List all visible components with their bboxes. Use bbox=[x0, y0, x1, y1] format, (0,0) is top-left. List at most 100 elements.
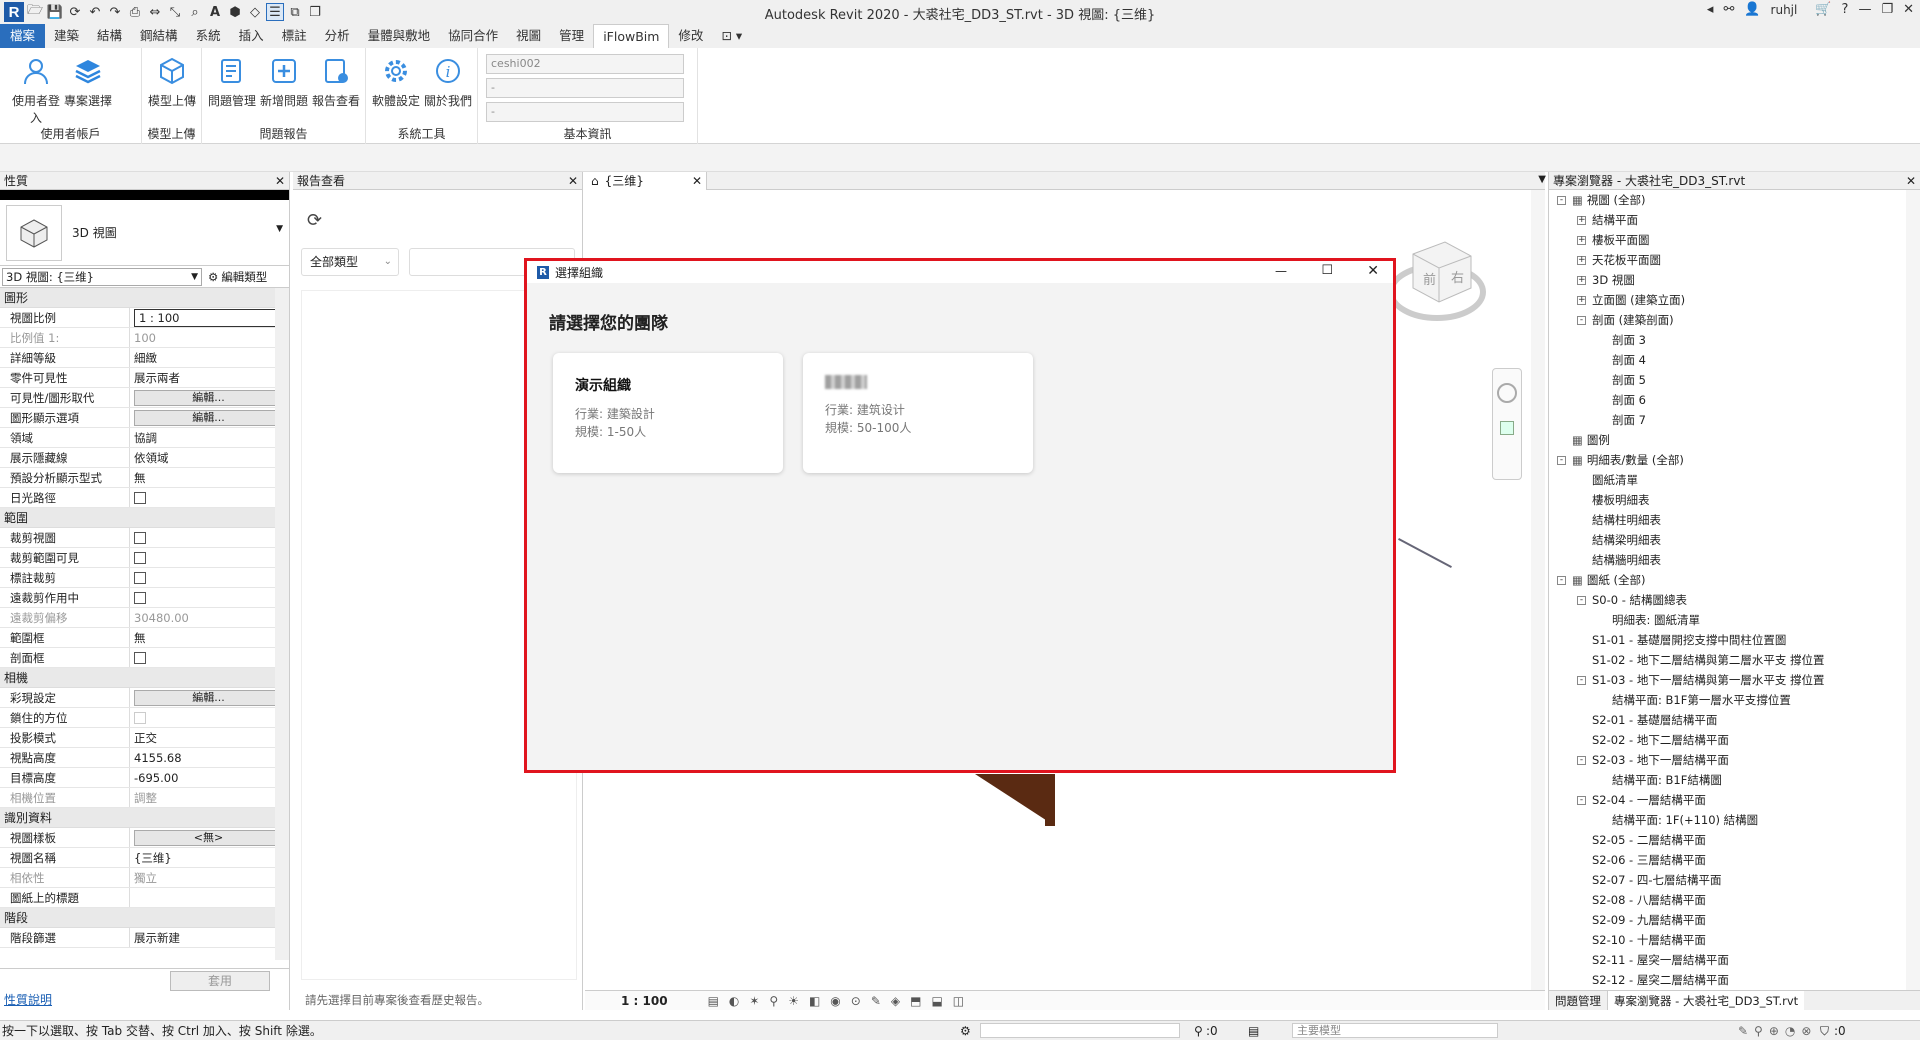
scale-input[interactable]: 1 : 100 bbox=[134, 309, 281, 327]
report-view-button[interactable]: 報告查看 bbox=[310, 54, 362, 109]
dimension-icon[interactable]: ⤡ bbox=[166, 3, 184, 21]
edit-type-button[interactable]: ⚙ 編輯類型 bbox=[208, 269, 267, 285]
property-value[interactable]: 編輯... bbox=[130, 388, 289, 407]
browser-node[interactable]: S2-10 - 十層結構平面 bbox=[1553, 930, 1920, 950]
model-geometry[interactable] bbox=[975, 774, 1055, 826]
property-value[interactable]: 調整 bbox=[130, 788, 289, 807]
collapse-icon[interactable]: - bbox=[1557, 575, 1566, 585]
issue-manage-button[interactable]: 問題管理 bbox=[206, 54, 258, 109]
help-icon[interactable]: ? bbox=[1842, 2, 1849, 17]
browser-node[interactable]: 明細表: 圖紙清單 bbox=[1553, 610, 1920, 630]
checkbox[interactable] bbox=[134, 552, 146, 564]
browser-node[interactable]: S2-06 - 三層結構平面 bbox=[1553, 850, 1920, 870]
redo-icon[interactable]: ↷ bbox=[106, 3, 124, 21]
browser-node[interactable]: + 立面圖 (建築立面) bbox=[1553, 290, 1920, 310]
close-icon[interactable]: ✕ bbox=[568, 174, 578, 188]
property-value[interactable] bbox=[130, 568, 289, 587]
property-value[interactable]: 展示新建 bbox=[130, 928, 289, 947]
ribbon-tab[interactable]: 建築 bbox=[45, 24, 88, 48]
editable-only-icon[interactable]: ⚲ bbox=[1194, 1021, 1203, 1041]
browser-node[interactable]: + 結構平面 bbox=[1553, 210, 1920, 230]
restore-icon[interactable]: ❐ bbox=[1881, 2, 1893, 17]
browser-node[interactable]: - ▦ 圖紙 (全部) bbox=[1553, 570, 1920, 590]
navigation-bar[interactable] bbox=[1492, 368, 1522, 480]
open-icon[interactable]: 🗁 bbox=[26, 3, 44, 21]
property-value[interactable]: 編輯... bbox=[130, 408, 289, 427]
browser-node[interactable]: - S1-03 - 地下一層結構與第一層水平支 撐位置 bbox=[1553, 670, 1920, 690]
checkbox[interactable] bbox=[134, 712, 146, 724]
project-select-button[interactable]: 專案選擇 bbox=[62, 54, 114, 109]
browser-node[interactable]: S2-09 - 九層結構平面 bbox=[1553, 910, 1920, 930]
expand-icon[interactable]: + bbox=[1577, 215, 1586, 225]
revit-logo-icon[interactable]: R bbox=[4, 2, 24, 22]
report-type-filter[interactable]: 全部類型 ⌄ bbox=[301, 248, 399, 276]
browser-node[interactable]: S2-05 - 二層結構平面 bbox=[1553, 830, 1920, 850]
property-value[interactable] bbox=[130, 528, 289, 547]
browser-node[interactable]: + 天花板平面圖 bbox=[1553, 250, 1920, 270]
ribbon-dropdown-icon[interactable]: ⊡ ▾ bbox=[712, 24, 751, 48]
browser-node[interactable]: - ▦ 視圖 (全部) bbox=[1553, 190, 1920, 210]
collapse-icon[interactable]: - bbox=[1557, 455, 1566, 465]
browser-node[interactable]: S2-12 - 屋突二層結構平面 bbox=[1553, 970, 1920, 990]
maximize-icon[interactable]: ☐ bbox=[1321, 263, 1333, 278]
worksets-icon[interactable]: ⚙ bbox=[960, 1021, 971, 1041]
checkbox[interactable] bbox=[134, 592, 146, 604]
ribbon-tab[interactable]: 鋼結構 bbox=[131, 24, 187, 48]
login-button[interactable]: 使用者登入 bbox=[10, 54, 62, 126]
model-upload-button[interactable]: 模型上傳 bbox=[146, 54, 198, 109]
tab-3d-view[interactable]: ⌂ {三维} ✕ bbox=[585, 171, 707, 190]
browser-node[interactable]: + 樓板平面圖 bbox=[1553, 230, 1920, 250]
ribbon-tab[interactable]: 量體與敷地 bbox=[359, 24, 440, 48]
expand-icon[interactable]: + bbox=[1577, 295, 1586, 305]
expand-icon[interactable]: + bbox=[1577, 275, 1586, 285]
expand-icon[interactable]: + bbox=[1577, 235, 1586, 245]
3d-view-icon[interactable]: ⬢ bbox=[226, 3, 244, 21]
sync-icon[interactable]: ⟳ bbox=[66, 3, 84, 21]
collapse-icon[interactable]: - bbox=[1577, 795, 1586, 805]
browser-node[interactable]: 剖面 7 bbox=[1553, 410, 1920, 430]
text-icon[interactable]: A bbox=[206, 3, 224, 21]
checkbox[interactable] bbox=[134, 572, 146, 584]
view-scale[interactable]: 1 : 100 bbox=[621, 994, 668, 1008]
property-value[interactable]: 依領域 bbox=[130, 448, 289, 467]
org-card-demo[interactable]: 演示組織 行業: 建築設計 規模: 1-50人 bbox=[553, 353, 783, 473]
ribbon-tab[interactable]: 結構 bbox=[88, 24, 131, 48]
properties-help-link[interactable]: 性質說明 bbox=[4, 991, 52, 1008]
tab-issue-manage[interactable]: 問題管理 bbox=[1549, 991, 1608, 1010]
model-dropdown[interactable]: 主要模型 bbox=[1292, 1023, 1498, 1038]
undo-icon[interactable]: ↶ bbox=[86, 3, 104, 21]
about-button[interactable]: i 關於我們 bbox=[422, 54, 474, 109]
minimize-icon[interactable]: — bbox=[1275, 264, 1287, 278]
checkbox[interactable] bbox=[134, 492, 146, 504]
property-value[interactable]: 正交 bbox=[130, 728, 289, 747]
close-icon[interactable]: ✕ bbox=[692, 174, 702, 188]
property-value[interactable]: 協調 bbox=[130, 428, 289, 447]
ribbon-tab[interactable]: 協同合作 bbox=[439, 24, 507, 48]
ribbon-tab[interactable]: 標註 bbox=[273, 24, 316, 48]
browser-node[interactable]: - ▦ 明細表/數量 (全部) bbox=[1553, 450, 1920, 470]
cart-icon[interactable]: 🛒 bbox=[1815, 2, 1831, 17]
property-value[interactable] bbox=[130, 648, 289, 667]
ribbon-tab[interactable]: 管理 bbox=[550, 24, 593, 48]
filter-icon[interactable]: ⛉ bbox=[1820, 1021, 1829, 1041]
browser-node[interactable]: S2-07 - 四-七層結構平面 bbox=[1553, 870, 1920, 890]
refresh-icon[interactable]: ⟳ bbox=[307, 210, 322, 231]
view-cube[interactable]: 前 右 bbox=[1385, 232, 1495, 342]
binoculars-icon[interactable]: ⚯ bbox=[1723, 2, 1734, 17]
view-vscroll[interactable] bbox=[1531, 190, 1545, 990]
edit-button[interactable]: 編輯... bbox=[134, 410, 283, 426]
property-value[interactable]: 無 bbox=[130, 468, 289, 487]
property-section[interactable]: 相機⌃ bbox=[0, 668, 289, 688]
ribbon-tab[interactable]: 分析 bbox=[316, 24, 359, 48]
browser-node[interactable]: 剖面 4 bbox=[1553, 350, 1920, 370]
browser-node[interactable]: 結構柱明細表 bbox=[1553, 510, 1920, 530]
property-section[interactable]: 範圍⌃ bbox=[0, 508, 289, 528]
browser-node[interactable]: 剖面 6 bbox=[1553, 390, 1920, 410]
tab-project-browser[interactable]: 專案瀏覽器 - 大裘社宅_DD3_ST.rvt bbox=[1608, 991, 1805, 1010]
user-icon[interactable]: 👤 bbox=[1744, 2, 1760, 17]
edit-button[interactable]: 編輯... bbox=[134, 690, 283, 706]
property-value[interactable]: 獨立 bbox=[130, 868, 289, 887]
browser-vscroll[interactable] bbox=[1906, 190, 1920, 990]
browser-node[interactable]: S2-02 - 地下二層結構平面 bbox=[1553, 730, 1920, 750]
browser-node[interactable]: - S2-03 - 地下一層結構平面 bbox=[1553, 750, 1920, 770]
